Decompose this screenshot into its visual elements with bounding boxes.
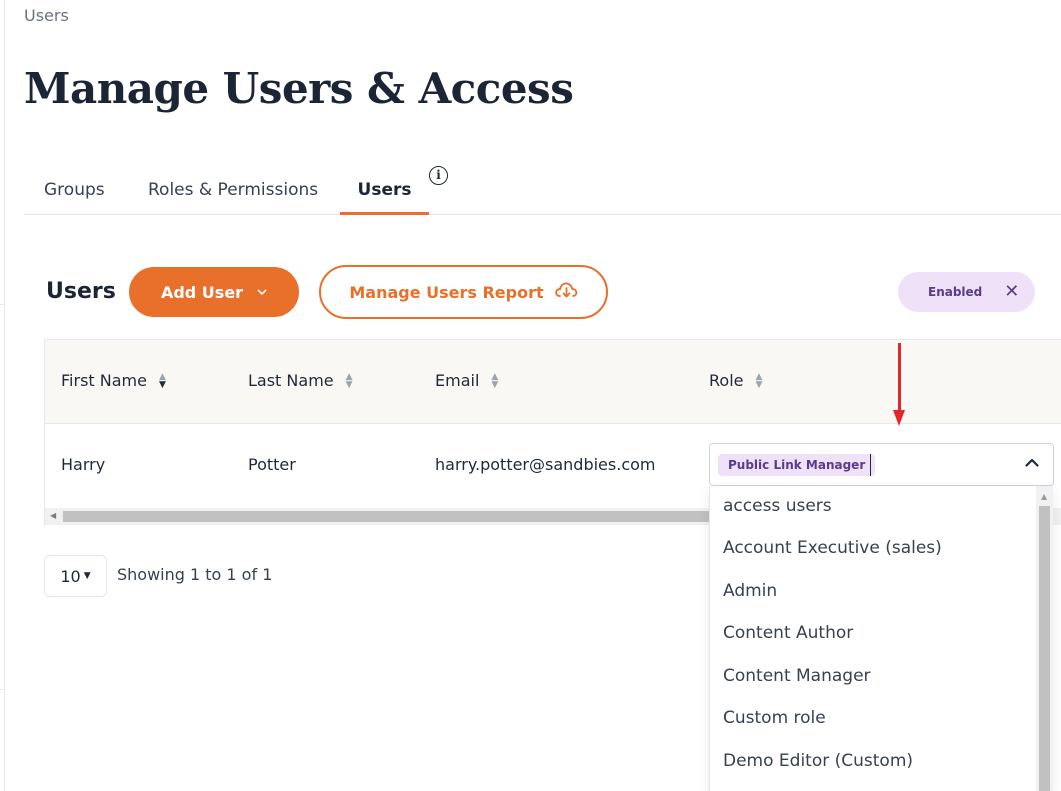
page-title: Manage Users & Access (24, 64, 574, 113)
role-options-dropdown: access users Account Executive (sales) A… (709, 486, 1053, 791)
cell-email: harry.potter@sandbies.com (435, 455, 656, 474)
add-user-button[interactable]: Add User (129, 267, 299, 317)
scroll-left-icon[interactable]: ◀ (50, 511, 56, 520)
sort-icon[interactable]: ▲ ▼ (159, 372, 166, 389)
tab-users[interactable]: Users (340, 180, 429, 215)
caret-down-icon: ▼ (83, 571, 91, 581)
role-option[interactable]: access users (723, 496, 832, 516)
sort-icon[interactable]: ▲ ▼ (346, 372, 353, 389)
role-option[interactable]: Account Executive (sales) (723, 538, 942, 558)
report-label: Manage Users Report (349, 282, 544, 302)
cell-first-name: Harry (61, 455, 106, 474)
sort-icon[interactable]: ▲ ▼ (755, 372, 762, 389)
scrollbar-thumb[interactable] (1039, 506, 1050, 791)
manage-users-report-button[interactable]: Manage Users Report (319, 265, 608, 319)
tab-groups[interactable]: Groups (44, 180, 105, 200)
annotation-arrow (898, 343, 901, 413)
role-option[interactable]: Admin (723, 581, 777, 601)
role-option[interactable]: Demo Editor (Custom) (723, 751, 913, 771)
page-size-select[interactable]: 10 ▼ (44, 555, 107, 597)
edge-divider (0, 689, 5, 690)
role-option[interactable]: Content Manager (723, 666, 871, 686)
tab-roles-permissions[interactable]: Roles & Permissions (148, 180, 318, 200)
cloud-download-icon (554, 281, 578, 303)
filter-chip-enabled: Enabled ✕ (898, 272, 1035, 312)
table-header: First Name ▲ ▼ Last Name ▲ ▼ Email ▲ ▼ Role… (45, 340, 1061, 424)
text-cursor (870, 454, 871, 476)
left-panel-edge (0, 0, 5, 791)
close-icon[interactable]: ✕ (1004, 283, 1019, 301)
column-header-last-name[interactable]: Last Name ▲ ▼ (248, 371, 353, 390)
role-select[interactable]: Public Link Manager (709, 443, 1054, 486)
column-header-role[interactable]: Role ▲ ▼ (709, 371, 762, 390)
info-icon[interactable]: i (429, 166, 448, 185)
role-option[interactable]: Content Author (723, 623, 853, 643)
tab-bar: Groups Roles & Permissions Users i (24, 164, 1061, 215)
sort-icon[interactable]: ▲ ▼ (491, 372, 498, 389)
annotation-arrow-head (893, 410, 905, 426)
filter-chip-label: Enabled (928, 285, 983, 299)
breadcrumb[interactable]: Users (24, 6, 69, 25)
chevron-down-icon (257, 288, 267, 299)
selected-role-tag[interactable]: Public Link Manager (718, 454, 876, 476)
column-header-email[interactable]: Email ▲ ▼ (435, 371, 498, 390)
scroll-up-icon[interactable]: ▲ (1041, 492, 1047, 501)
column-header-first-name[interactable]: First Name ▲ ▼ (61, 371, 166, 390)
cell-last-name: Potter (248, 455, 296, 474)
section-title: Users (46, 279, 116, 304)
edge-divider (0, 304, 5, 305)
page-size-value: 10 (60, 566, 81, 586)
role-option[interactable]: Custom role (723, 708, 826, 728)
add-user-label: Add User (160, 282, 244, 302)
pagination-info: Showing 1 to 1 of 1 (117, 565, 273, 584)
vertical-scrollbar[interactable]: ▲ (1036, 486, 1053, 791)
chevron-up-icon[interactable] (1025, 455, 1039, 471)
